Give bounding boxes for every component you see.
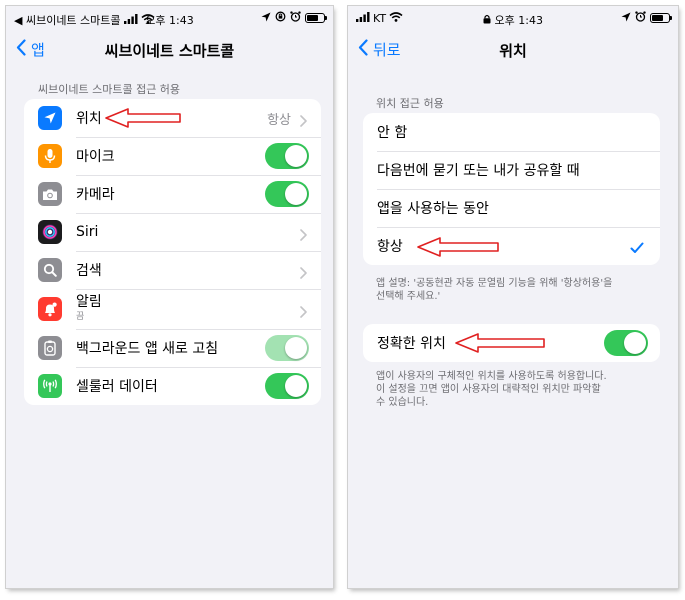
row-label: 마이크 bbox=[76, 149, 115, 165]
row-label: 검색 bbox=[76, 263, 102, 279]
permission-row-background-refresh: 백그라운드 앱 새로 고침 bbox=[24, 329, 321, 367]
option-always[interactable]: 항상 bbox=[363, 227, 660, 265]
background-refresh-toggle[interactable] bbox=[265, 335, 309, 361]
back-button[interactable]: 앱 bbox=[16, 39, 45, 60]
permission-row-siri[interactable]: Siri bbox=[24, 213, 321, 251]
annotation-arrow-icon bbox=[455, 333, 545, 353]
lock-icon bbox=[483, 14, 495, 27]
location-services-icon bbox=[621, 12, 631, 25]
permissions-list: 위치 항상 마이크 카메라 Siri 검색 알림 끔 백그라운드 앱 새로 고침… bbox=[24, 99, 321, 405]
section-header: 씨브이네트 스마트콜 접근 허용 bbox=[38, 83, 181, 96]
back-button-label: 앱 bbox=[31, 41, 45, 59]
location-services-icon bbox=[261, 12, 271, 25]
permission-row-search[interactable]: 검색 bbox=[24, 251, 321, 289]
chevron-right-icon bbox=[300, 303, 307, 322]
row-label: Siri bbox=[76, 224, 99, 240]
battery-icon bbox=[650, 13, 672, 23]
back-to-app-link[interactable]: ◀ 씨브이네트 스마트콜 bbox=[14, 12, 121, 28]
status-bar: ◀ 씨브이네트 스마트콜 오후 1:43 bbox=[6, 6, 333, 30]
status-bar: KT 오후 1:43 bbox=[348, 6, 678, 30]
bell-icon bbox=[38, 297, 62, 321]
app-description-note: 앱 설명: '공동현관 자동 문열림 기능을 위해 '항상허용'을 선택해 주세… bbox=[376, 278, 613, 302]
option-label: 항상 bbox=[377, 239, 403, 255]
location-access-options: 안 함 다음번에 묻기 또는 내가 공유할 때 앱을 사용하는 동안 항상 bbox=[363, 113, 660, 265]
chevron-right-icon bbox=[300, 226, 307, 245]
precise-location-note: 앱이 사용자의 구체적인 위치를 사용하도록 허용합니다. 이 설정을 끄면 앱… bbox=[376, 371, 607, 408]
refresh-gear-icon bbox=[38, 336, 62, 360]
status-time: 오후 1:43 bbox=[494, 14, 543, 27]
siri-icon bbox=[38, 220, 62, 244]
chevron-left-icon bbox=[16, 39, 26, 60]
page-title: 씨브이네트 스마트콜 bbox=[104, 42, 235, 60]
chevron-right-icon bbox=[300, 112, 307, 131]
row-label: 카메라 bbox=[76, 187, 115, 203]
row-label: 위치 bbox=[76, 111, 102, 127]
camera-icon bbox=[38, 182, 62, 206]
permission-row-notifications[interactable]: 알림 끔 bbox=[24, 289, 321, 329]
option-label: 다음번에 묻기 또는 내가 공유할 때 bbox=[377, 163, 580, 179]
precise-location-label: 정확한 위치 bbox=[377, 336, 446, 352]
carrier-name: KT bbox=[373, 12, 387, 25]
cellular-antenna-icon bbox=[38, 374, 62, 398]
chevron-left-icon bbox=[358, 39, 368, 60]
annotation-arrow-icon bbox=[105, 108, 181, 128]
option-label: 앱을 사용하는 동안 bbox=[377, 201, 489, 217]
microphone-toggle[interactable] bbox=[265, 143, 309, 169]
microphone-icon bbox=[38, 144, 62, 168]
right-screen: KT 오후 1:43 뒤로 위치 위치 접근 허용 안 함 다음번에 묻기 또는… bbox=[348, 6, 678, 588]
row-label: 알림 bbox=[76, 294, 102, 311]
alarm-icon bbox=[635, 11, 646, 25]
section-header: 위치 접근 허용 bbox=[376, 97, 444, 110]
cellular-data-toggle[interactable] bbox=[265, 373, 309, 399]
permission-row-cellular-data: 셀룰러 데이터 bbox=[24, 367, 321, 405]
option-never[interactable]: 안 함 bbox=[363, 113, 660, 151]
permission-row-microphone: 마이크 bbox=[24, 137, 321, 175]
location-value: 항상 bbox=[267, 112, 291, 128]
annotation-arrow-icon bbox=[417, 237, 499, 257]
permission-row-camera: 카메라 bbox=[24, 175, 321, 213]
precise-location-toggle[interactable] bbox=[604, 330, 648, 356]
option-while-using[interactable]: 앱을 사용하는 동안 bbox=[363, 189, 660, 227]
signal-icon bbox=[123, 13, 138, 27]
back-button-label: 뒤로 bbox=[373, 41, 401, 59]
back-button[interactable]: 뒤로 bbox=[358, 39, 401, 60]
row-label: 셀룰러 데이터 bbox=[76, 379, 158, 395]
location-arrow-icon bbox=[38, 106, 62, 130]
left-screen: ◀ 씨브이네트 스마트콜 오후 1:43 앱 씨브이네트 스마트콜 씨브이네트 … bbox=[6, 6, 333, 588]
chevron-right-icon bbox=[300, 264, 307, 283]
option-label: 안 함 bbox=[377, 125, 408, 141]
signal-icon bbox=[356, 12, 370, 25]
search-icon bbox=[38, 258, 62, 282]
battery-icon bbox=[305, 13, 327, 23]
checkmark-icon bbox=[630, 239, 644, 258]
navigation-bar: 뒤로 위치 bbox=[348, 30, 678, 70]
alarm-icon bbox=[290, 11, 301, 25]
navigation-bar: 앱 씨브이네트 스마트콜 bbox=[6, 30, 333, 70]
rotation-lock-icon bbox=[275, 11, 286, 25]
wifi-icon bbox=[389, 12, 403, 25]
row-label: 백그라운드 앱 새로 고침 bbox=[76, 341, 219, 357]
camera-toggle[interactable] bbox=[265, 181, 309, 207]
option-ask-next-time[interactable]: 다음번에 묻기 또는 내가 공유할 때 bbox=[363, 151, 660, 189]
wifi-icon bbox=[141, 13, 155, 27]
notifications-status: 끔 bbox=[76, 311, 85, 322]
